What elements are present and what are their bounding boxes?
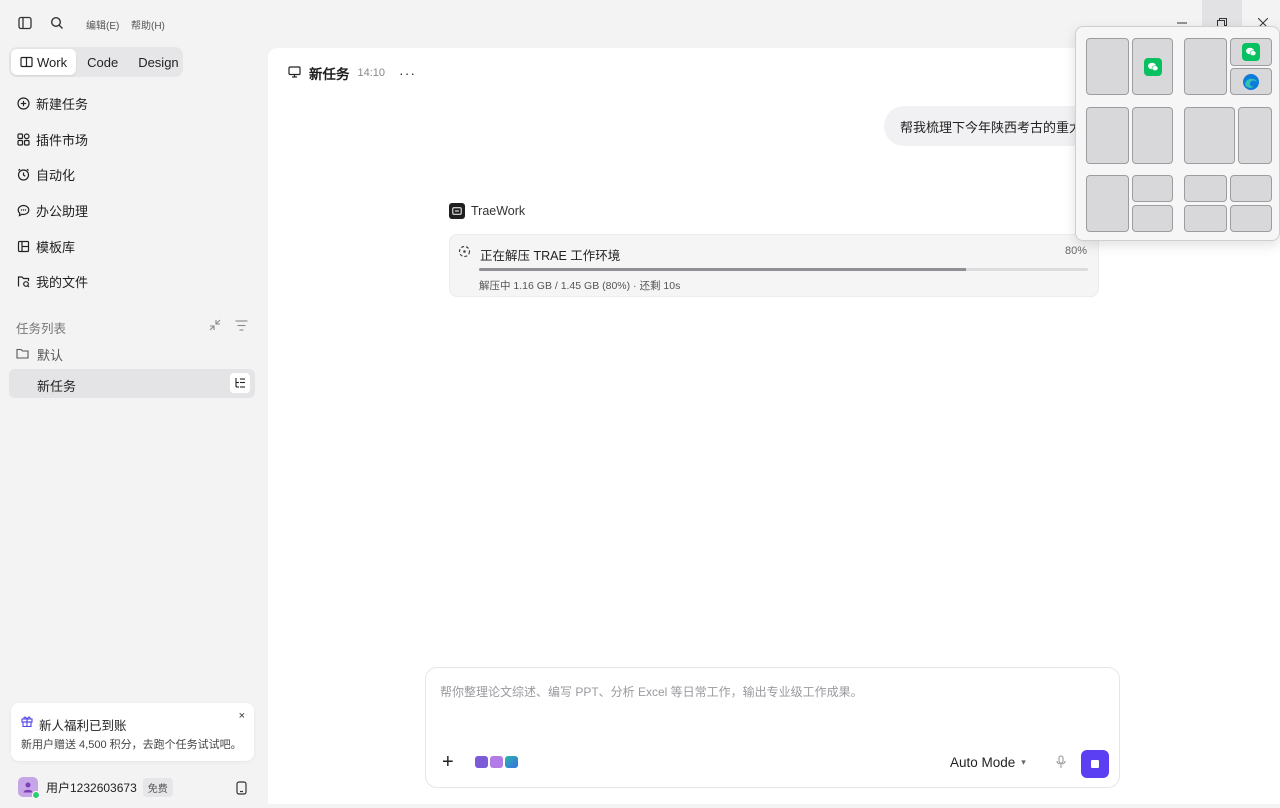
collapse-icon[interactable] xyxy=(208,318,222,332)
edge-browser-icon xyxy=(1242,73,1260,91)
image-tool-icon[interactable] xyxy=(490,756,503,768)
filter-icon[interactable] xyxy=(234,318,248,332)
chat-title: 新任务 xyxy=(309,67,350,82)
snap-zone[interactable] xyxy=(1184,107,1235,164)
monitor-icon xyxy=(288,65,301,81)
chevron-down-icon: ▾ xyxy=(1021,757,1026,767)
browser-tool-icon[interactable] xyxy=(505,756,518,768)
agent-header: TraeWork xyxy=(449,203,525,219)
sidebar-item-new-task[interactable]: 新建任务 xyxy=(16,92,88,114)
mode-switch: Work Code Design xyxy=(9,47,183,77)
progress-label: 正在解压 TRAE 工作环境 xyxy=(480,249,621,263)
mode-label: Auto Mode xyxy=(950,755,1016,770)
menu-edit[interactable]: 编辑(E) xyxy=(86,17,119,32)
sidebar-item-automation[interactable]: 自动化 xyxy=(16,163,75,185)
chat-time: 14:10 xyxy=(357,67,386,79)
book-icon xyxy=(20,56,33,68)
tool-icons[interactable] xyxy=(475,756,518,768)
microphone-icon[interactable] xyxy=(1056,755,1066,772)
sidebar-item-my-files[interactable]: 我的文件 xyxy=(16,270,88,292)
sidebar-item-label: 办公助理 xyxy=(36,203,89,219)
chat-header: 新任务 14:10 ··· xyxy=(288,63,416,83)
plugin-icon xyxy=(16,132,30,146)
sidebar-item-label: 新建任务 xyxy=(36,96,89,112)
snap-zone[interactable] xyxy=(1184,175,1227,202)
snap-zone[interactable] xyxy=(1184,38,1227,95)
snap-zone[interactable] xyxy=(1238,107,1272,164)
progress-detail: 解压中 1.16 GB / 1.45 GB (80%) · 还剩 10s xyxy=(479,280,681,292)
sidebar-item-office-assistant[interactable]: 办公助理 xyxy=(16,199,88,221)
avatar xyxy=(18,777,40,799)
snap-zone[interactable] xyxy=(1230,68,1272,95)
plan-badge: 免费 xyxy=(142,777,173,797)
tab-work-label: Work xyxy=(37,54,68,70)
user-profile[interactable]: 用户1232603673 免费 xyxy=(18,777,173,799)
snap-zone[interactable] xyxy=(1086,38,1129,95)
snap-zone[interactable] xyxy=(1230,175,1272,202)
wechat-icon xyxy=(1242,43,1260,61)
snap-layouts-flyout xyxy=(1075,26,1280,241)
promo-card: 新人福利已到账 新用户赠送 4,500 积分，去跑个任务试试吧。 × xyxy=(11,703,254,761)
promo-desc: 新用户赠送 4,500 积分，去跑个任务试试吧。 xyxy=(21,739,242,751)
snap-zone[interactable] xyxy=(1184,205,1227,232)
sidebar-item-label: 自动化 xyxy=(36,167,76,183)
sidebar-item-plugin-market[interactable]: 插件市场 xyxy=(16,128,88,150)
wechat-icon xyxy=(1143,57,1162,76)
tab-code-label: Code xyxy=(87,54,119,70)
tab-design[interactable]: Design xyxy=(129,49,187,75)
sidebar-toggle-icon[interactable] xyxy=(16,14,34,32)
plus-circle-icon xyxy=(16,96,30,110)
gift-icon xyxy=(21,715,33,730)
progress-card: 正在解压 TRAE 工作环境 80% 解压中 1.16 GB / 1.45 GB… xyxy=(449,234,1099,297)
snap-zone[interactable] xyxy=(1132,175,1173,202)
task-item-label: 新任务 xyxy=(37,379,77,394)
folder-default[interactable]: 默认 xyxy=(16,345,63,364)
snap-zone[interactable] xyxy=(1230,38,1272,66)
clock-icon xyxy=(16,167,30,181)
promo-close-button[interactable]: × xyxy=(239,710,245,722)
traework-logo-icon xyxy=(449,203,465,219)
task-list-title: 任务列表 xyxy=(16,322,67,336)
task-item-active[interactable]: 新任务 xyxy=(9,369,255,398)
menu-help[interactable]: 帮助(H) xyxy=(131,17,165,32)
snap-zone[interactable] xyxy=(1132,205,1173,232)
stop-icon xyxy=(1091,760,1099,768)
tab-code[interactable]: Code xyxy=(78,49,127,75)
snap-zone[interactable] xyxy=(1086,107,1129,164)
promo-title: 新人福利已到账 xyxy=(39,719,127,733)
sidebar-item-templates[interactable]: 模板库 xyxy=(16,235,75,257)
tab-design-label: Design xyxy=(138,54,179,70)
stop-button[interactable] xyxy=(1081,750,1109,778)
search-icon[interactable] xyxy=(48,14,66,32)
composer: 帮你整理论文综述、编写 PPT、分析 Excel 等日常工作，输出专业级工作成果… xyxy=(425,667,1120,788)
phone-icon[interactable] xyxy=(232,779,250,797)
sidebar-item-label: 我的文件 xyxy=(36,274,89,290)
chat-bubble-icon xyxy=(16,203,30,217)
sidebar-item-label: 模板库 xyxy=(36,239,76,255)
progress-percent: 80% xyxy=(1064,245,1087,257)
folder-icon xyxy=(16,347,29,362)
snap-zone[interactable] xyxy=(1230,205,1272,232)
template-icon xyxy=(16,239,30,253)
composer-input[interactable]: 帮你整理论文综述、编写 PPT、分析 Excel 等日常工作，输出专业级工作成果… xyxy=(440,683,863,700)
mode-selector[interactable]: Auto Mode ▾ xyxy=(950,755,1026,770)
user-icon xyxy=(23,782,33,793)
sidebar-item-label: 插件市场 xyxy=(36,132,89,148)
snap-zone[interactable] xyxy=(1132,38,1173,95)
tab-work[interactable]: Work xyxy=(11,49,77,75)
files-icon xyxy=(16,274,30,288)
loading-icon xyxy=(458,245,471,261)
progress-bar-fill xyxy=(479,268,967,271)
user-name: 用户1232603673 xyxy=(46,780,137,795)
video-tool-icon[interactable] xyxy=(475,756,488,768)
progress-bar xyxy=(479,268,1088,271)
add-attachment-button[interactable]: + xyxy=(442,752,454,772)
tree-list-icon[interactable] xyxy=(230,373,250,393)
snap-zone[interactable] xyxy=(1086,175,1129,232)
more-options-button[interactable]: ··· xyxy=(399,65,416,81)
snap-zone[interactable] xyxy=(1132,107,1173,164)
agent-name: TraeWork xyxy=(471,204,526,218)
folder-label: 默认 xyxy=(37,348,64,363)
